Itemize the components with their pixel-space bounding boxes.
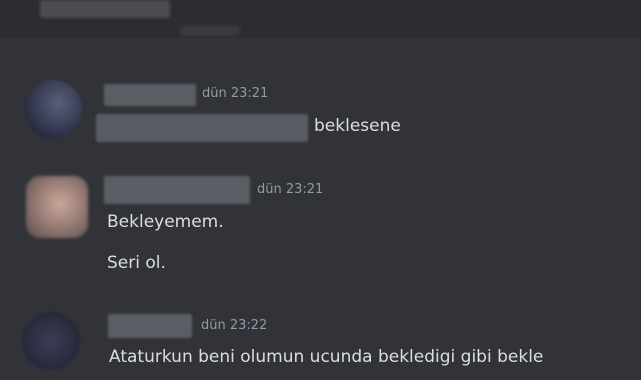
avatar[interactable] xyxy=(22,312,80,370)
avatar[interactable] xyxy=(24,80,82,138)
message-text: Bekleyemem. xyxy=(107,212,224,232)
message-text: Seri ol. xyxy=(107,253,166,273)
redacted-text xyxy=(180,26,240,36)
redacted-text xyxy=(96,114,308,142)
username-redacted[interactable] xyxy=(104,176,250,204)
message-text: beklesene xyxy=(314,116,401,136)
message-text: Ataturkun beni olumun ucunda bekledigi g… xyxy=(109,347,544,367)
username-redacted[interactable] xyxy=(104,84,196,106)
previous-message-area xyxy=(0,0,641,38)
username-redacted[interactable] xyxy=(108,314,192,338)
message-timestamp: dün 23:21 xyxy=(202,86,269,101)
message-timestamp: dün 23:21 xyxy=(257,182,324,197)
chat-view: dün 23:21 beklesene dün 23:21 Bekleyemem… xyxy=(0,0,641,380)
redacted-text xyxy=(40,0,170,18)
message-timestamp: dün 23:22 xyxy=(201,318,268,333)
avatar[interactable] xyxy=(26,176,88,238)
